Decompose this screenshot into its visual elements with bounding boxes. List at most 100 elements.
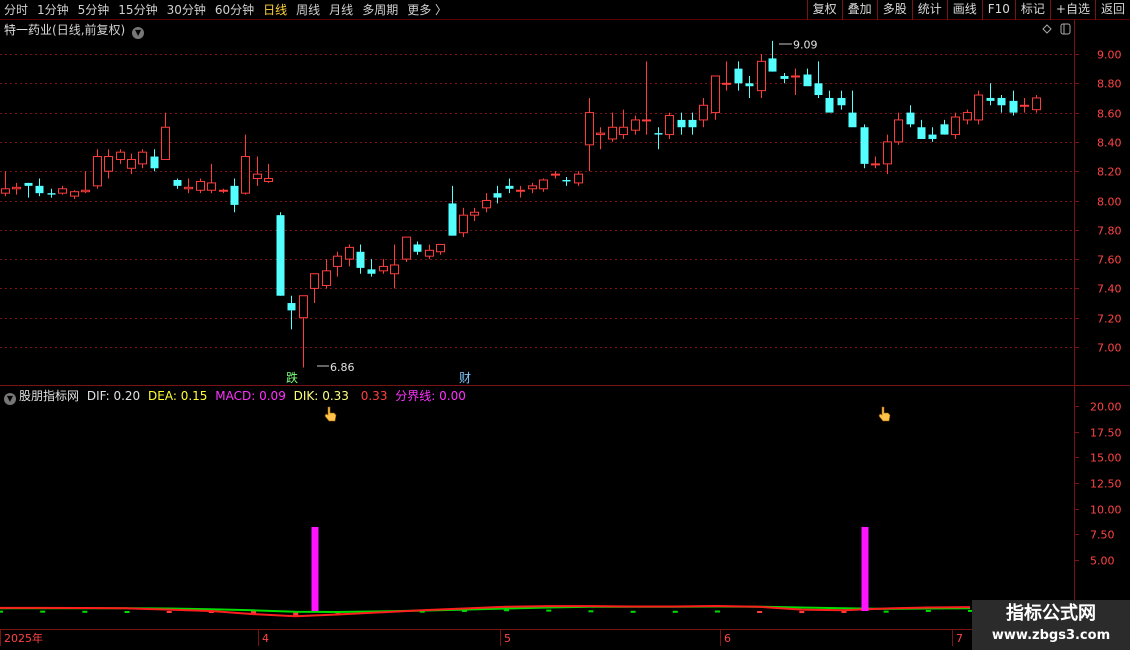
price-tick-label: 7.60 (1097, 254, 1122, 267)
candle (871, 156, 880, 169)
candle-body (230, 185, 239, 205)
candle (138, 149, 147, 169)
candle-body (551, 173, 560, 176)
tab-multi-period[interactable]: 多周期 (362, 0, 398, 20)
candle-body (883, 141, 892, 165)
signal-bar (311, 526, 319, 611)
candle (310, 273, 319, 304)
signal-bar (861, 526, 869, 611)
tab-weekly[interactable]: 周线 (296, 0, 320, 20)
period-tabs: 分时 1分钟 5分钟 15分钟 30分钟 60分钟 日线 周线 月线 多周期 更… (4, 0, 456, 20)
candle-body (528, 185, 537, 190)
candle-body (402, 236, 411, 260)
statistics-button[interactable]: 统计 (911, 0, 947, 20)
tab-daily[interactable]: 日线 (263, 0, 287, 20)
tab-more[interactable]: 更多 〉 (407, 0, 447, 20)
tab-60min[interactable]: 60分钟 (215, 0, 254, 20)
candle-body (58, 188, 67, 194)
candle (196, 178, 205, 194)
stock-name[interactable]: 特一药业 (4, 23, 52, 37)
tab-30min[interactable]: 30分钟 (167, 0, 206, 20)
tab-monthly[interactable]: 月线 (329, 0, 353, 20)
candle (493, 185, 502, 204)
adjust-button[interactable]: 复权 (806, 0, 842, 20)
candle-body (459, 214, 468, 234)
candle (757, 54, 766, 98)
candle-body (1009, 100, 1018, 113)
price-tick-label: 8.80 (1097, 78, 1122, 91)
candle-body (928, 134, 937, 139)
price-tick-label: 7.80 (1097, 225, 1122, 238)
panel-toggle-icon[interactable] (1060, 23, 1071, 35)
macd-bar (841, 611, 847, 613)
candle (997, 95, 1006, 113)
indicator-tick-label: 12.50 (1090, 478, 1122, 491)
candle-body (791, 75, 800, 78)
back-button[interactable]: 返回 (1094, 0, 1130, 20)
macd-bar (546, 609, 552, 612)
candle-body (253, 173, 262, 180)
candle (436, 243, 445, 255)
candle-body (562, 179, 571, 182)
hand-pointer-icon[interactable] (878, 406, 891, 422)
tab-1min[interactable]: 1分钟 (37, 0, 69, 20)
chevron-down-icon[interactable]: ▼ (4, 393, 16, 405)
macd-bar (504, 609, 510, 612)
macd-bar (883, 610, 889, 613)
candle (837, 90, 846, 110)
candle (780, 73, 789, 84)
candle (70, 190, 79, 200)
time-label: 7 (956, 632, 963, 645)
hand-pointer-icon[interactable] (324, 406, 337, 422)
candle (184, 178, 193, 194)
candle (803, 68, 812, 87)
candle (150, 149, 159, 172)
candle-body (516, 189, 525, 192)
candle-body (722, 82, 731, 85)
candle (688, 112, 697, 135)
candle-body (757, 60, 766, 92)
tab-intraday[interactable]: 分时 (4, 0, 28, 20)
candle-body (367, 269, 376, 274)
candle (425, 244, 434, 260)
candle-body (734, 68, 743, 84)
indicator-name[interactable]: 股朋指标网 (19, 389, 79, 403)
candle (1032, 95, 1041, 113)
macd-value: 0.09 (259, 389, 286, 403)
candle (745, 75, 754, 98)
price-tick-label: 8.40 (1097, 137, 1122, 150)
chevron-down-icon[interactable]: ▼ (132, 27, 145, 39)
tab-5min[interactable]: 5分钟 (78, 0, 110, 20)
tab-15min[interactable]: 15分钟 (118, 0, 157, 20)
divider-label: 分界线: (395, 389, 436, 403)
candle (35, 178, 44, 197)
candle-body (173, 179, 182, 186)
draw-line-button[interactable]: 画线 (946, 0, 982, 20)
candle (482, 193, 491, 213)
period-label: (日线,前复权) (52, 23, 126, 37)
diamond-icon[interactable] (1042, 24, 1052, 34)
candle (951, 112, 960, 139)
mark-button[interactable]: 标记 (1014, 0, 1050, 20)
candle-body (677, 119, 686, 128)
macd-bar (40, 610, 46, 613)
macd-bar (925, 609, 931, 612)
multi-stock-button[interactable]: 多股 (876, 0, 912, 20)
divider-value: 0.00 (439, 389, 466, 403)
candle-body (436, 243, 445, 253)
drop-marker[interactable]: 跌 (286, 370, 298, 385)
candle (928, 127, 937, 142)
candle-body (860, 127, 869, 164)
finance-marker[interactable]: 财 (459, 371, 471, 385)
candle-body (322, 270, 331, 286)
candle (562, 177, 571, 186)
candle (974, 90, 983, 125)
indicator-title: ▼ 股朋指标网 DIF: 0.20 DEA: 0.15 MACD: 0.09 DI… (4, 387, 466, 405)
f10-button[interactable]: F10 (981, 0, 1015, 20)
candle-body (299, 295, 308, 319)
add-watchlist-button[interactable]: +自选 (1049, 0, 1095, 20)
candle-body (150, 156, 159, 169)
overlay-button[interactable]: 叠加 (841, 0, 877, 20)
price-tick-label: 9.00 (1097, 49, 1122, 62)
candle (230, 178, 239, 213)
